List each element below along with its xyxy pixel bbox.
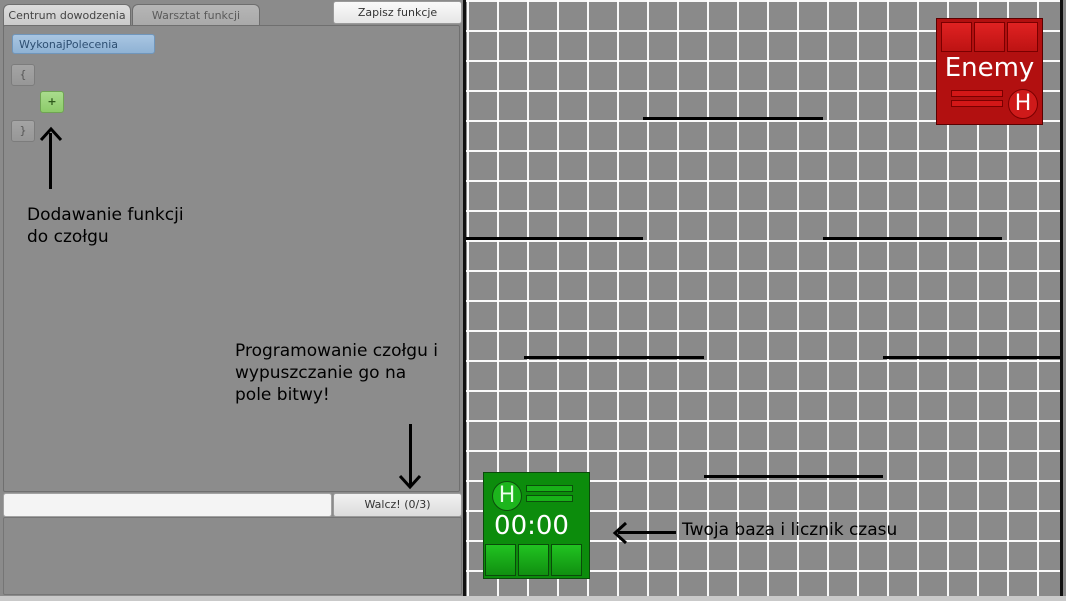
player-base-block bbox=[518, 544, 549, 576]
code-editor: WykonajPolecenia { + } bbox=[3, 25, 460, 492]
enemy-hq-icon: H bbox=[1008, 89, 1038, 119]
fight-button[interactable]: Walcz! (0/3) bbox=[333, 493, 462, 517]
enemy-base: Enemy H bbox=[936, 18, 1043, 125]
annotation-base-timer: Twoja baza i licznik czasu bbox=[682, 520, 898, 540]
annotation-programming: Programowanie czołgu i wypuszczanie go n… bbox=[235, 341, 439, 405]
enemy-label: Enemy bbox=[944, 53, 1035, 83]
player-base-block bbox=[485, 544, 516, 576]
function-name-block[interactable]: WykonajPolecenia bbox=[12, 34, 155, 54]
brace-close-block: } bbox=[11, 120, 35, 142]
enemy-health-bar bbox=[951, 100, 1003, 107]
player-health-bar bbox=[526, 485, 573, 492]
player-health-bar bbox=[526, 495, 573, 502]
bottom-strip bbox=[0, 596, 1066, 601]
player-base: H 00:00 bbox=[483, 472, 590, 579]
annotation-add-functions: Dodawanie funkcji do czołgu bbox=[27, 205, 184, 247]
player-base-block bbox=[551, 544, 582, 576]
console-panel bbox=[3, 517, 462, 595]
wall bbox=[524, 356, 704, 359]
tab-function-workshop[interactable]: Warsztat funkcji bbox=[132, 4, 260, 27]
save-functions-button[interactable]: Zapisz funkcje bbox=[333, 1, 462, 24]
wall bbox=[704, 475, 883, 478]
enemy-health-bar bbox=[951, 90, 1003, 97]
enemy-base-block bbox=[941, 22, 972, 52]
add-function-button[interactable]: + bbox=[40, 91, 64, 113]
enemy-base-block bbox=[1007, 22, 1038, 52]
enemy-base-block bbox=[974, 22, 1005, 52]
command-panel: Centrum dowodzenia Warsztat funkcji Zapi… bbox=[0, 0, 463, 601]
wall bbox=[823, 237, 1002, 240]
wall bbox=[883, 356, 1060, 359]
brace-open-block: { bbox=[11, 64, 35, 86]
wall bbox=[466, 237, 643, 240]
timer-display: 00:00 bbox=[494, 511, 569, 541]
player-hq-icon: H bbox=[492, 481, 522, 511]
wall bbox=[643, 117, 823, 120]
status-bar bbox=[3, 493, 332, 517]
tab-command-center[interactable]: Centrum dowodzenia bbox=[3, 4, 131, 27]
